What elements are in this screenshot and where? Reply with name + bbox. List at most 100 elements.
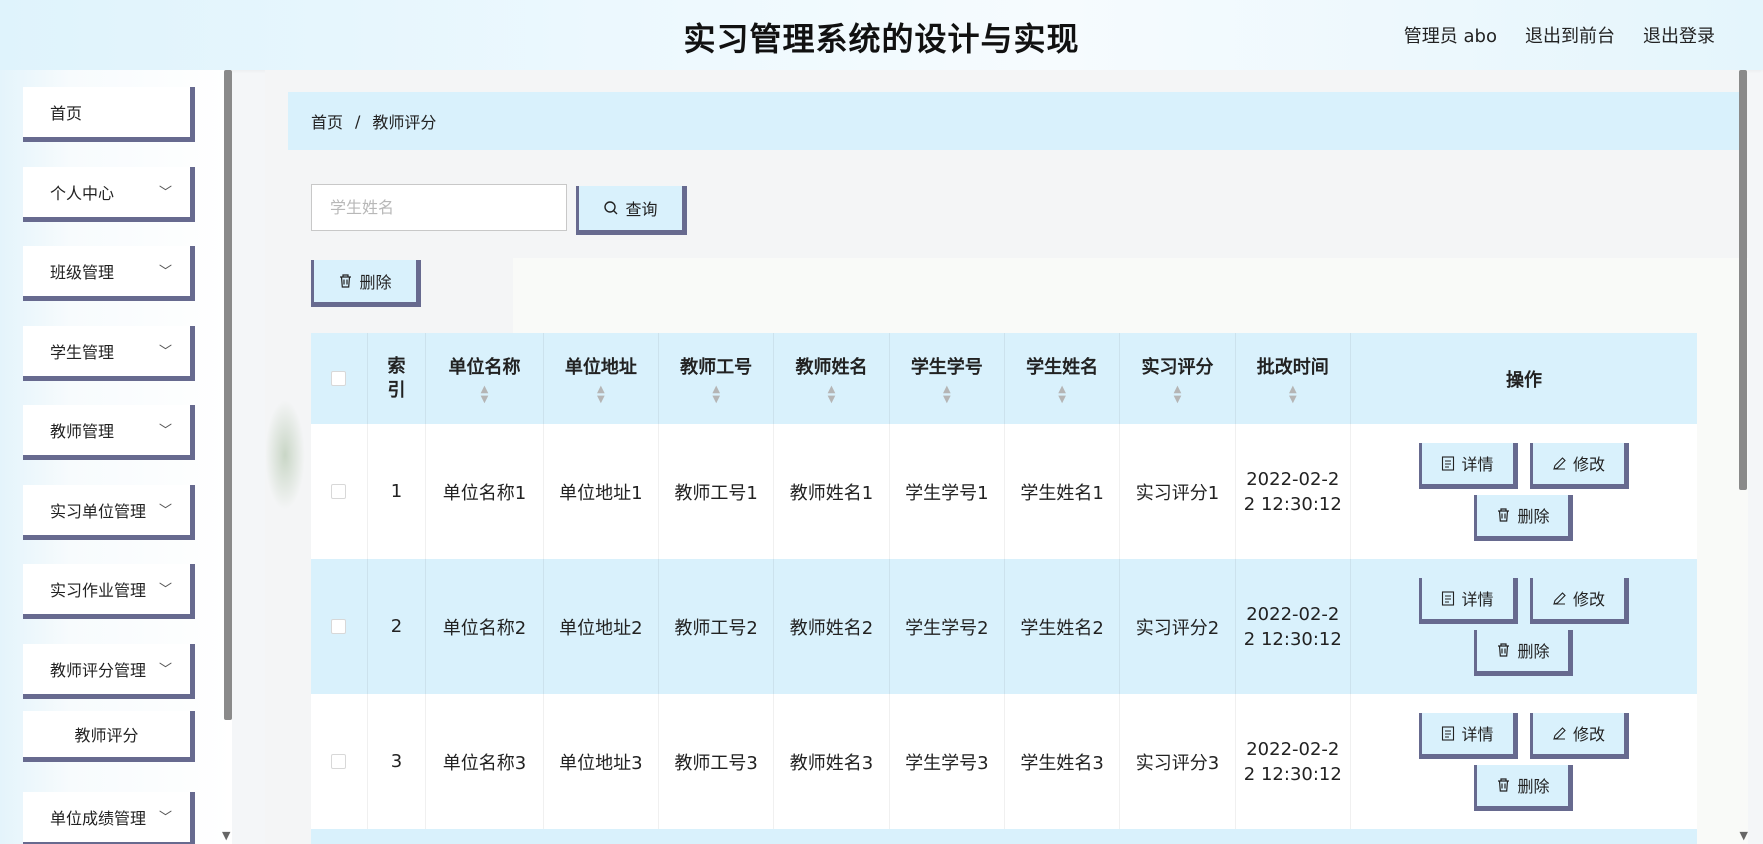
sort-icon[interactable]: ▲ ▼ xyxy=(1289,384,1297,405)
cell-index: 3 xyxy=(368,694,427,829)
sidebar-item-teacher-score-management[interactable]: 教师评分管理 ﹀ xyxy=(23,643,195,699)
table-header: 索 引 单位名称 ▲ ▼ 单位地址 ▲ ▼ 教师工号 ▲ ▼ 教师姓名 ▲ ▼ 学生学号 ▲ ▼ 学… xyxy=(311,333,1697,424)
header-student-id[interactable]: 学生学号 ▲ ▼ xyxy=(890,333,1005,424)
exit-to-front-link[interactable]: 退出到前台 xyxy=(1525,22,1615,48)
cell-teacher-id: 教师工号2 xyxy=(659,559,775,694)
top-header: 实习管理系统的设计与实现 管理员 abo 退出到前台 退出登录 xyxy=(0,0,1763,70)
sidebar-subitem-label: 教师评分 xyxy=(74,726,139,745)
sort-icon[interactable]: ▲ ▼ xyxy=(481,384,489,405)
header-time[interactable]: 批改时间 ▲ ▼ xyxy=(1236,333,1351,424)
delete-button-label: 删除 xyxy=(1517,642,1550,661)
select-all-checkbox[interactable] xyxy=(331,371,347,386)
row-checkbox[interactable] xyxy=(331,484,347,499)
header-student-name[interactable]: 学生姓名 ▲ ▼ xyxy=(1005,333,1121,424)
sidebar-item-personal-center[interactable]: 个人中心 ﹀ xyxy=(23,166,195,222)
main-scrollbar[interactable]: ▼ xyxy=(1738,70,1748,844)
sidebar-item-label: 个人中心 xyxy=(50,183,115,203)
detail-button[interactable]: 详情 xyxy=(1418,577,1518,624)
cell-index: 2 xyxy=(368,559,427,694)
header-unit-address[interactable]: 单位地址 ▲ ▼ xyxy=(544,333,659,424)
chevron-down-icon: ﹀ xyxy=(158,423,172,439)
table-row xyxy=(311,829,1697,844)
header-unit-name[interactable]: 单位名称 ▲ ▼ xyxy=(426,333,544,424)
detail-button-label: 详情 xyxy=(1461,590,1494,609)
teacher-score-table: 索 引 单位名称 ▲ ▼ 单位地址 ▲ ▼ 教师工号 ▲ ▼ 教师姓名 ▲ ▼ 学生学号 ▲ ▼ 学… xyxy=(311,333,1697,844)
student-name-search-input[interactable] xyxy=(311,184,567,231)
header-label: 教师姓名 xyxy=(795,356,868,378)
trash-icon xyxy=(1498,643,1510,657)
scroll-down-arrow-icon[interactable]: ▼ xyxy=(1740,829,1748,842)
search-button[interactable]: 查询 xyxy=(576,186,687,235)
sidebar-item-internship-homework-management[interactable]: 实习作业管理 ﹀ xyxy=(23,564,195,619)
header-label: 批改时间 xyxy=(1256,356,1329,378)
sidebar-item-unit-grade-management[interactable]: 单位成绩管理 ﹀ xyxy=(23,792,195,844)
sort-icon[interactable]: ▲ ▼ xyxy=(712,384,720,405)
breadcrumb-home[interactable]: 首页 xyxy=(311,109,343,133)
cell-time-value: 2022-02-2 2 12:30:12 xyxy=(1243,468,1342,515)
delete-button[interactable]: 删除 xyxy=(1474,494,1574,541)
cell-index: 1 xyxy=(368,424,427,559)
cell-student-name: 学生姓名1 xyxy=(1005,424,1121,559)
cell-student-name: 学生姓名2 xyxy=(1005,559,1121,694)
batch-delete-button[interactable]: 删除 xyxy=(311,260,421,307)
cell-student-id: 学生学号3 xyxy=(890,694,1005,829)
main-scrollbar-thumb[interactable] xyxy=(1739,70,1747,490)
delete-button[interactable]: 删除 xyxy=(1474,629,1574,676)
sort-icon[interactable]: ▲ ▼ xyxy=(1058,384,1066,405)
header-label: 学生学号 xyxy=(910,356,983,378)
sidebar-subitem-teacher-score[interactable]: 教师评分 xyxy=(23,711,195,762)
delete-button[interactable]: 删除 xyxy=(1474,764,1574,811)
breadcrumb: 首页 / 教师评分 xyxy=(288,92,1745,150)
cell-time-value: 2022-02-2 2 12:30:12 xyxy=(1243,738,1342,785)
sidebar-item-class-management[interactable]: 班级管理 ﹀ xyxy=(23,246,195,301)
header-teacher-id[interactable]: 教师工号 ▲ ▼ xyxy=(659,333,775,424)
admin-user-link[interactable]: 管理员 abo xyxy=(1404,22,1497,48)
edit-button[interactable]: 修改 xyxy=(1529,712,1629,759)
edit-button[interactable]: 修改 xyxy=(1529,442,1629,489)
cell-ops: 详情 修改 删除 xyxy=(1351,424,1697,559)
sidebar-item-internship-unit-management[interactable]: 实习单位管理 ﹀ xyxy=(23,484,195,540)
detail-button[interactable]: 详情 xyxy=(1418,712,1518,759)
breadcrumb-separator: / xyxy=(355,111,361,131)
row-select-cell xyxy=(311,424,368,559)
pencil-icon xyxy=(1553,591,1566,605)
sort-icon[interactable]: ▲ ▼ xyxy=(943,384,951,405)
header-score[interactable]: 实习评分 ▲ ▼ xyxy=(1120,333,1236,424)
edit-button-label: 修改 xyxy=(1572,725,1605,744)
header-label: 单位地址 xyxy=(564,356,637,378)
main-content: 首页 / 教师评分 查询 删除 索 引 单位名称 ▲▼ 单位地址 ▲▼ 教师工号 ▲▼… xyxy=(265,70,1748,844)
cell-teacher-name: 教师姓名2 xyxy=(774,559,890,694)
chevron-down-icon: ﹀ xyxy=(158,582,172,598)
cell-score: 实习评分2 xyxy=(1120,559,1236,694)
sidebar-item-label: 首页 xyxy=(50,104,83,123)
cell-teacher-name: 教师姓名1 xyxy=(774,424,890,559)
breadcrumb-current: 教师评分 xyxy=(372,113,437,132)
row-checkbox[interactable] xyxy=(331,754,347,769)
sidebar-item-student-management[interactable]: 学生管理 ﹀ xyxy=(23,325,195,381)
cell-score: 实习评分3 xyxy=(1120,694,1236,829)
trash-icon xyxy=(1498,508,1510,522)
chevron-down-icon: ﹀ xyxy=(158,810,172,826)
sort-icon[interactable]: ▲ ▼ xyxy=(828,384,836,405)
row-select-cell xyxy=(311,559,368,694)
edit-button-label: 修改 xyxy=(1572,590,1605,609)
cell-teacher-name: 教师姓名3 xyxy=(774,694,890,829)
scroll-down-arrow-icon[interactable]: ▼ xyxy=(222,829,230,842)
header-label: 单位名称 xyxy=(448,356,521,378)
sidebar-item-home[interactable]: 首页 xyxy=(23,87,195,142)
sidebar-item-teacher-management[interactable]: 教师管理 ﹀ xyxy=(23,405,195,460)
detail-button[interactable]: 详情 xyxy=(1418,442,1518,489)
cell-time: 2022-02-2 2 12:30:12 xyxy=(1236,424,1351,559)
sidebar-scrollbar[interactable] xyxy=(224,70,232,720)
edit-button-label: 修改 xyxy=(1572,455,1605,474)
document-icon xyxy=(1442,590,1455,606)
row-checkbox[interactable] xyxy=(331,619,347,634)
sort-icon[interactable]: ▲ ▼ xyxy=(1174,384,1182,405)
logout-link[interactable]: 退出登录 xyxy=(1643,22,1715,48)
chevron-down-icon: ﹀ xyxy=(158,503,172,519)
header-teacher-name[interactable]: 教师姓名 ▲ ▼ xyxy=(774,333,890,424)
sort-icon[interactable]: ▲ ▼ xyxy=(597,384,605,405)
header-label: 操作 xyxy=(1505,369,1542,391)
cell-time: 2022-02-2 2 12:30:12 xyxy=(1236,694,1351,829)
edit-button[interactable]: 修改 xyxy=(1529,577,1629,624)
